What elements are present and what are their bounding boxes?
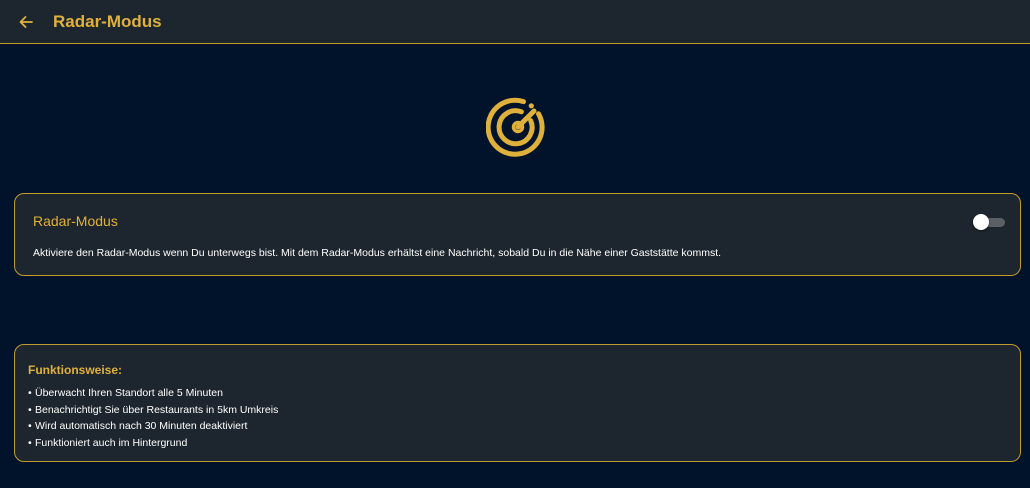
how-it-works-list: • Überwacht Ihren Standort alle 5 Minuten… [28, 385, 278, 451]
list-item-text: Wird automatisch nach 30 Minuten deaktiv… [35, 420, 248, 432]
bullet: • [28, 387, 32, 399]
bullet: • [28, 436, 32, 449]
app-bar: Radar-Modus [0, 0, 1030, 44]
page-title: Radar-Modus [53, 12, 162, 31]
bullet: • [28, 420, 32, 432]
list-item-text: Funktioniert auch im Hintergrund [35, 436, 188, 449]
list-item-text: Überwacht Ihren Standort alle 5 Minuten [35, 387, 223, 399]
list-item: • Überwacht Ihren Standort alle 5 Minuten [28, 385, 278, 402]
how-it-works-title: Funktionsweise: [28, 363, 123, 377]
list-item: • Funktioniert auch im Hintergrund [28, 435, 278, 452]
list-item-text: Benachrichtigt Sie über Restaurants in 5… [35, 403, 279, 416]
radar-mode-toggle[interactable] [973, 214, 1005, 230]
list-item: • Benachrichtigt Sie über Restaurants in … [28, 402, 278, 419]
bullet: • [28, 403, 32, 416]
radar-mode-card: Radar-Modus Aktiviere den Radar-Modus we… [14, 193, 1021, 276]
how-it-works-card: Funktionsweise: • Überwacht Ihren Standor… [14, 344, 1021, 462]
radar-mode-description: Aktiviere den Radar-Modus wenn Du unterw… [33, 247, 722, 259]
toggle-thumb [973, 214, 989, 230]
list-item: • Wird automatisch nach 30 Minuten deakti… [28, 418, 278, 435]
radar-mode-page: Radar-Modus Radar-Modus Aktiviere den Ra… [0, 0, 1030, 488]
back-button[interactable] [14, 10, 38, 34]
arrow-left-icon [19, 16, 33, 28]
radar-mode-card-title: Radar-Modus [33, 213, 118, 229]
radar-icon [485, 96, 550, 160]
